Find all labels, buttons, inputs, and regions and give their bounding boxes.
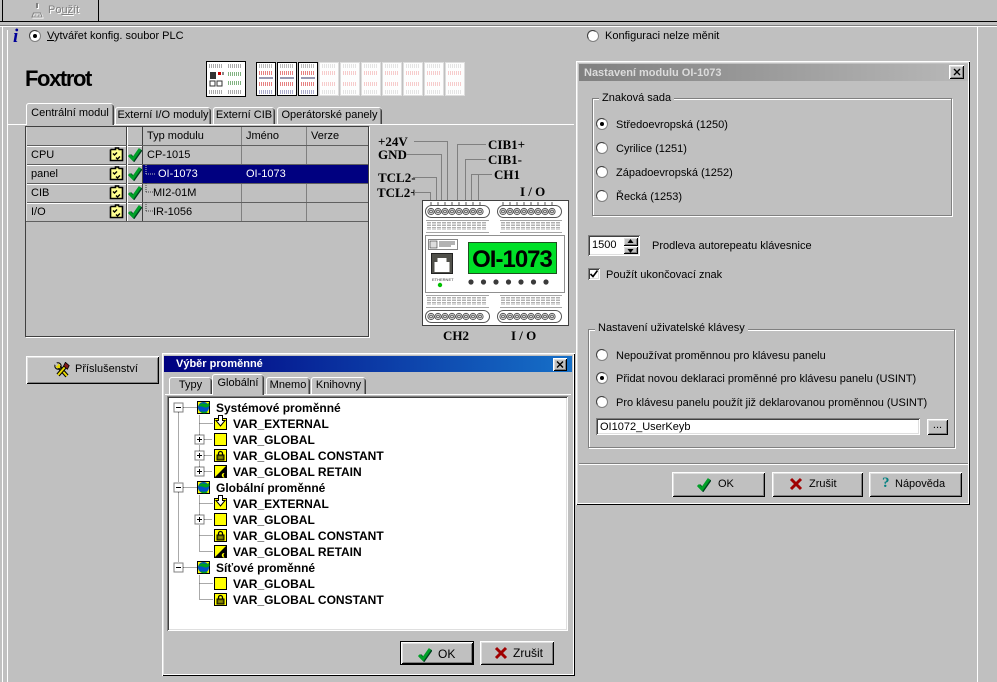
svg-text:Systémové proměnné: Systémové proměnné	[216, 401, 341, 415]
svg-text:ETHERNET: ETHERNET	[432, 277, 454, 282]
svg-text:I / O: I / O	[520, 184, 545, 199]
svg-text:GND: GND	[378, 147, 407, 162]
svg-text:VAR_GLOBAL CONSTANT: VAR_GLOBAL CONSTANT	[233, 593, 384, 607]
svg-text:Globální proměnné: Globální proměnné	[216, 481, 326, 495]
svg-text:VAR_GLOBAL RETAIN: VAR_GLOBAL RETAIN	[233, 545, 362, 559]
svg-text:CH1: CH1	[494, 167, 520, 182]
svg-text:TCL2+: TCL2+	[377, 185, 418, 200]
svg-text:VAR_GLOBAL: VAR_GLOBAL	[233, 577, 315, 591]
svg-text:VAR_GLOBAL CONSTANT: VAR_GLOBAL CONSTANT	[233, 529, 384, 543]
svg-text:CH2: CH2	[443, 328, 469, 343]
svg-text:VAR_GLOBAL: VAR_GLOBAL	[233, 433, 315, 447]
svg-text:CIB1-: CIB1-	[488, 152, 522, 167]
svg-text:Síťové proměnné: Síťové proměnné	[216, 561, 315, 575]
svg-text:VAR_EXTERNAL: VAR_EXTERNAL	[233, 417, 329, 431]
svg-text:VAR_EXTERNAL: VAR_EXTERNAL	[233, 497, 329, 511]
svg-text:VAR_GLOBAL: VAR_GLOBAL	[233, 513, 315, 527]
svg-text:CIB1+: CIB1+	[488, 137, 525, 152]
svg-text:I / O: I / O	[511, 328, 536, 343]
svg-text:TCL2-: TCL2-	[378, 170, 416, 185]
svg-text:VAR_GLOBAL RETAIN: VAR_GLOBAL RETAIN	[233, 465, 362, 479]
svg-text:OI-1073: OI-1073	[472, 246, 552, 273]
svg-text:VAR_GLOBAL CONSTANT: VAR_GLOBAL CONSTANT	[233, 449, 384, 463]
